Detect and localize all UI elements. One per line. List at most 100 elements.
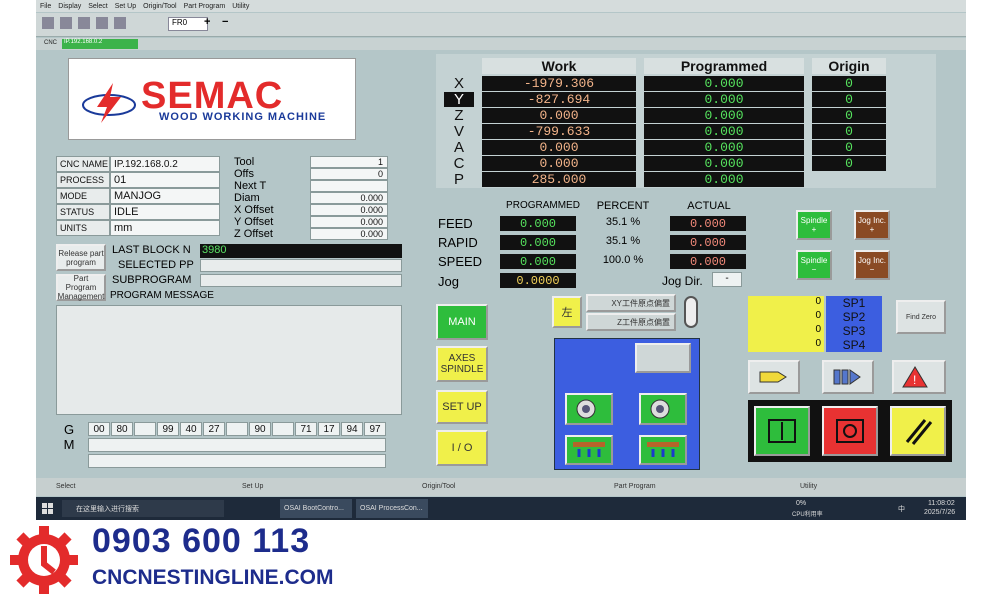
cycle-stop-icon[interactable] — [822, 406, 878, 456]
programmed-value-v: 0.000 — [644, 124, 804, 139]
axis-label-v: V — [453, 123, 464, 140]
tool-icon[interactable] — [114, 17, 126, 29]
feed-label: FEED — [438, 216, 473, 231]
tool-value: 0.000 — [310, 216, 388, 228]
jog-inc-plus-button[interactable]: Jog Inc. + — [854, 210, 890, 240]
statusbar-origin[interactable]: Origin/Tool — [422, 483, 455, 490]
find-zero-button[interactable]: Find Zero — [896, 300, 946, 334]
spindle-cw-icon[interactable] — [565, 393, 613, 425]
feed-percent-header: PERCENT — [596, 200, 650, 212]
status-label: CNC NAME — [56, 156, 110, 172]
website-url: CNCNESTINGLINE.COM — [92, 566, 334, 589]
feed-percent-value: 35.1 % — [605, 216, 641, 228]
menu-setup[interactable]: Set Up — [115, 3, 136, 10]
tool-label: Y Offset — [234, 216, 274, 228]
step-forward-icon[interactable] — [822, 360, 874, 394]
vacuum-down-icon[interactable] — [565, 435, 613, 465]
part-program-management-button[interactable]: Part Program Management — [56, 274, 106, 301]
feed-panel: PROGRAMMED PERCENT ACTUAL FEED 0.000 35.… — [436, 196, 762, 292]
axis-label-x: X — [453, 75, 464, 92]
cnc-bar: CNC IP.192.168.0.2 — [36, 38, 966, 50]
toolbar: FR0 + − — [36, 13, 966, 37]
menu-file[interactable]: File — [40, 3, 51, 10]
input-language[interactable]: 中 — [898, 504, 905, 514]
program-message-area — [56, 305, 402, 415]
menu-part-program[interactable]: Part Program — [184, 3, 226, 10]
hand-arrow-icon[interactable] — [748, 360, 800, 394]
tool-change-icon[interactable] — [635, 343, 691, 373]
rapid-percent-value: 35.1 % — [605, 235, 641, 247]
feed-programmed-value: 0.000 — [500, 216, 576, 231]
axis-label-y[interactable]: Y — [444, 91, 474, 108]
feed-mode-select[interactable]: FR0 — [168, 17, 208, 31]
origin-value-x: 0 — [812, 76, 886, 91]
spindle-minus-button[interactable]: Spindle − — [796, 250, 832, 280]
cnc-address[interactable]: IP.192.168.0.2 — [62, 39, 138, 49]
z-origin-offset-button[interactable]: Z工件原点偏置 — [586, 313, 676, 331]
io-button[interactable]: I / O — [436, 430, 488, 466]
xy-origin-offset-button[interactable]: XY工件原点偏置 — [586, 294, 676, 312]
tool-value: 0 — [310, 168, 388, 180]
windows-taskbar: 在这里输入进行搜索 OSAI BootContro... OSAI Proces… — [36, 497, 966, 520]
axis-label-a: A — [453, 139, 464, 156]
statusbar-part-program[interactable]: Part Program — [614, 483, 656, 490]
tool-label: Next T — [234, 180, 267, 192]
sp3-button[interactable]: SP3 — [826, 324, 882, 338]
speed-programmed-value: 0.000 — [500, 254, 576, 269]
statusbar-utility[interactable]: Utility — [800, 483, 817, 490]
tool-icon[interactable] — [60, 17, 72, 29]
sp1-button[interactable]: SP1 — [826, 296, 882, 310]
speed-actual-value: 0.000 — [670, 254, 746, 269]
g-code-cell: 99 — [157, 422, 179, 436]
programmed-value-y: 0.000 — [644, 92, 804, 107]
status-table: CNC NAME IP.192.168.0.2 PROCESS 01 MODE MAN… — [56, 156, 222, 236]
status-value: IP.192.168.0.2 — [110, 156, 220, 172]
taskbar-app-processcon[interactable]: OSAI ProcessCon... — [356, 499, 428, 518]
work-value-p: 285.000 — [482, 172, 636, 187]
cycle-start-icon[interactable] — [754, 406, 810, 456]
menu-origin-tool[interactable]: Origin/Tool — [143, 3, 176, 10]
cnc-screen: File Display Select Set Up Origin/Tool P… — [36, 0, 966, 520]
left-button[interactable]: 左 — [552, 296, 582, 328]
taskbar-app-bootcontrol[interactable]: OSAI BootContro... — [280, 499, 352, 518]
status-bar: Select Set Up Origin/Tool Part Program U… — [36, 478, 966, 496]
minus-button[interactable]: − — [222, 16, 228, 28]
reset-icon[interactable] — [890, 406, 946, 456]
cnc-label: CNC — [44, 40, 57, 46]
sp3-value: 0 — [748, 324, 824, 338]
warning-icon[interactable]: ! — [892, 360, 946, 394]
setup-button[interactable]: SET UP — [436, 390, 488, 424]
tool-label: Diam — [234, 192, 260, 204]
taskbar-search-input[interactable]: 在这里输入进行搜索 — [62, 500, 224, 517]
spindle-2-icon[interactable] — [639, 393, 687, 425]
statusbar-select[interactable]: Select — [56, 483, 75, 490]
statusbar-setup[interactable]: Set Up — [242, 483, 263, 490]
feed-programmed-header: PROGRAMMED — [506, 200, 580, 211]
vacuum-down-2-icon[interactable] — [639, 435, 687, 465]
tool-value — [310, 180, 388, 192]
windows-start-icon[interactable] — [42, 503, 54, 515]
axis-label-p: P — [453, 171, 464, 188]
work-value-v: -799.633 — [482, 124, 636, 139]
main-button[interactable]: MAIN — [436, 304, 488, 340]
plus-button[interactable]: + — [204, 16, 210, 28]
tool-icon[interactable] — [78, 17, 90, 29]
menu-select[interactable]: Select — [88, 3, 107, 10]
tool-icon[interactable] — [96, 17, 108, 29]
work-header: Work — [482, 58, 636, 74]
sp4-button[interactable]: SP4 — [826, 338, 882, 352]
sp1-value: 0 — [748, 296, 824, 310]
menu-display[interactable]: Display — [58, 3, 81, 10]
tool-value: 1 — [310, 156, 388, 168]
menu-utility[interactable]: Utility — [232, 3, 249, 10]
tool-label: Tool — [234, 156, 255, 168]
jog-inc-minus-button[interactable]: Jog Inc. − — [854, 250, 890, 280]
status-value: MANJOG — [110, 188, 220, 204]
sp2-button[interactable]: SP2 — [826, 310, 882, 324]
axes-spindle-button[interactable]: AXES SPINDLE — [436, 346, 488, 382]
spindle-plus-button[interactable]: Spindle + — [796, 210, 832, 240]
origin-header: Origin — [812, 58, 886, 74]
g-code-cell — [226, 422, 248, 436]
tool-icon[interactable] — [42, 17, 54, 29]
release-part-program-button[interactable]: Release part program — [56, 244, 106, 271]
